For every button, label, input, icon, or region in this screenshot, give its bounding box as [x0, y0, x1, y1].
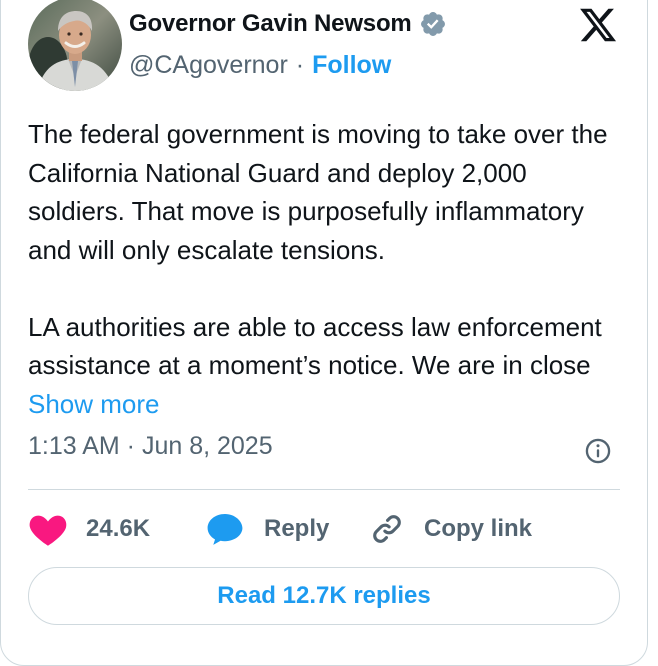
author-display-name[interactable]: Governor Gavin Newsom: [129, 10, 412, 38]
like-button[interactable]: 24.6K: [28, 507, 150, 551]
read-replies-button[interactable]: Read 12.7K replies: [28, 567, 620, 625]
link-icon: [373, 515, 401, 543]
copy-link-button[interactable]: Copy link: [370, 507, 532, 551]
divider: [28, 489, 620, 490]
author-handle[interactable]: @CAgovernor: [129, 51, 288, 80]
like-count: 24.6K: [86, 515, 151, 542]
author-handle-row: @CAgovernor · Follow: [129, 48, 391, 82]
speech-bubble-icon: [207, 513, 243, 545]
follow-button[interactable]: Follow: [312, 51, 391, 80]
x-logo-icon[interactable]: [577, 5, 619, 45]
tweet-paragraph-2-text: LA authorities are able to access law en…: [28, 311, 602, 381]
heart-icon: [29, 515, 67, 546]
tweet-text: The federal government is moving to take…: [28, 115, 628, 423]
avatar-photo: [28, 0, 122, 91]
reply-label: Reply: [264, 515, 330, 542]
tweet-timestamp[interactable]: 1:13 AM · Jun 8, 2025: [28, 432, 273, 461]
copy-link-label: Copy link: [424, 515, 533, 542]
tweet-paragraph-2: LA authorities are able to access law en…: [28, 308, 628, 424]
info-icon[interactable]: [584, 437, 612, 465]
tweet-card: Governor Gavin Newsom @CAgovernor · Foll…: [0, 0, 648, 666]
verified-badge-icon: [420, 12, 445, 36]
reply-button[interactable]: Reply: [206, 507, 329, 551]
separator-dot: ·: [295, 50, 305, 79]
author-name-row: Governor Gavin Newsom: [129, 7, 447, 41]
tweet-paragraph-1: The federal government is moving to take…: [28, 119, 608, 265]
avatar[interactable]: [28, 0, 122, 91]
show-more-link[interactable]: Show more: [28, 389, 160, 419]
